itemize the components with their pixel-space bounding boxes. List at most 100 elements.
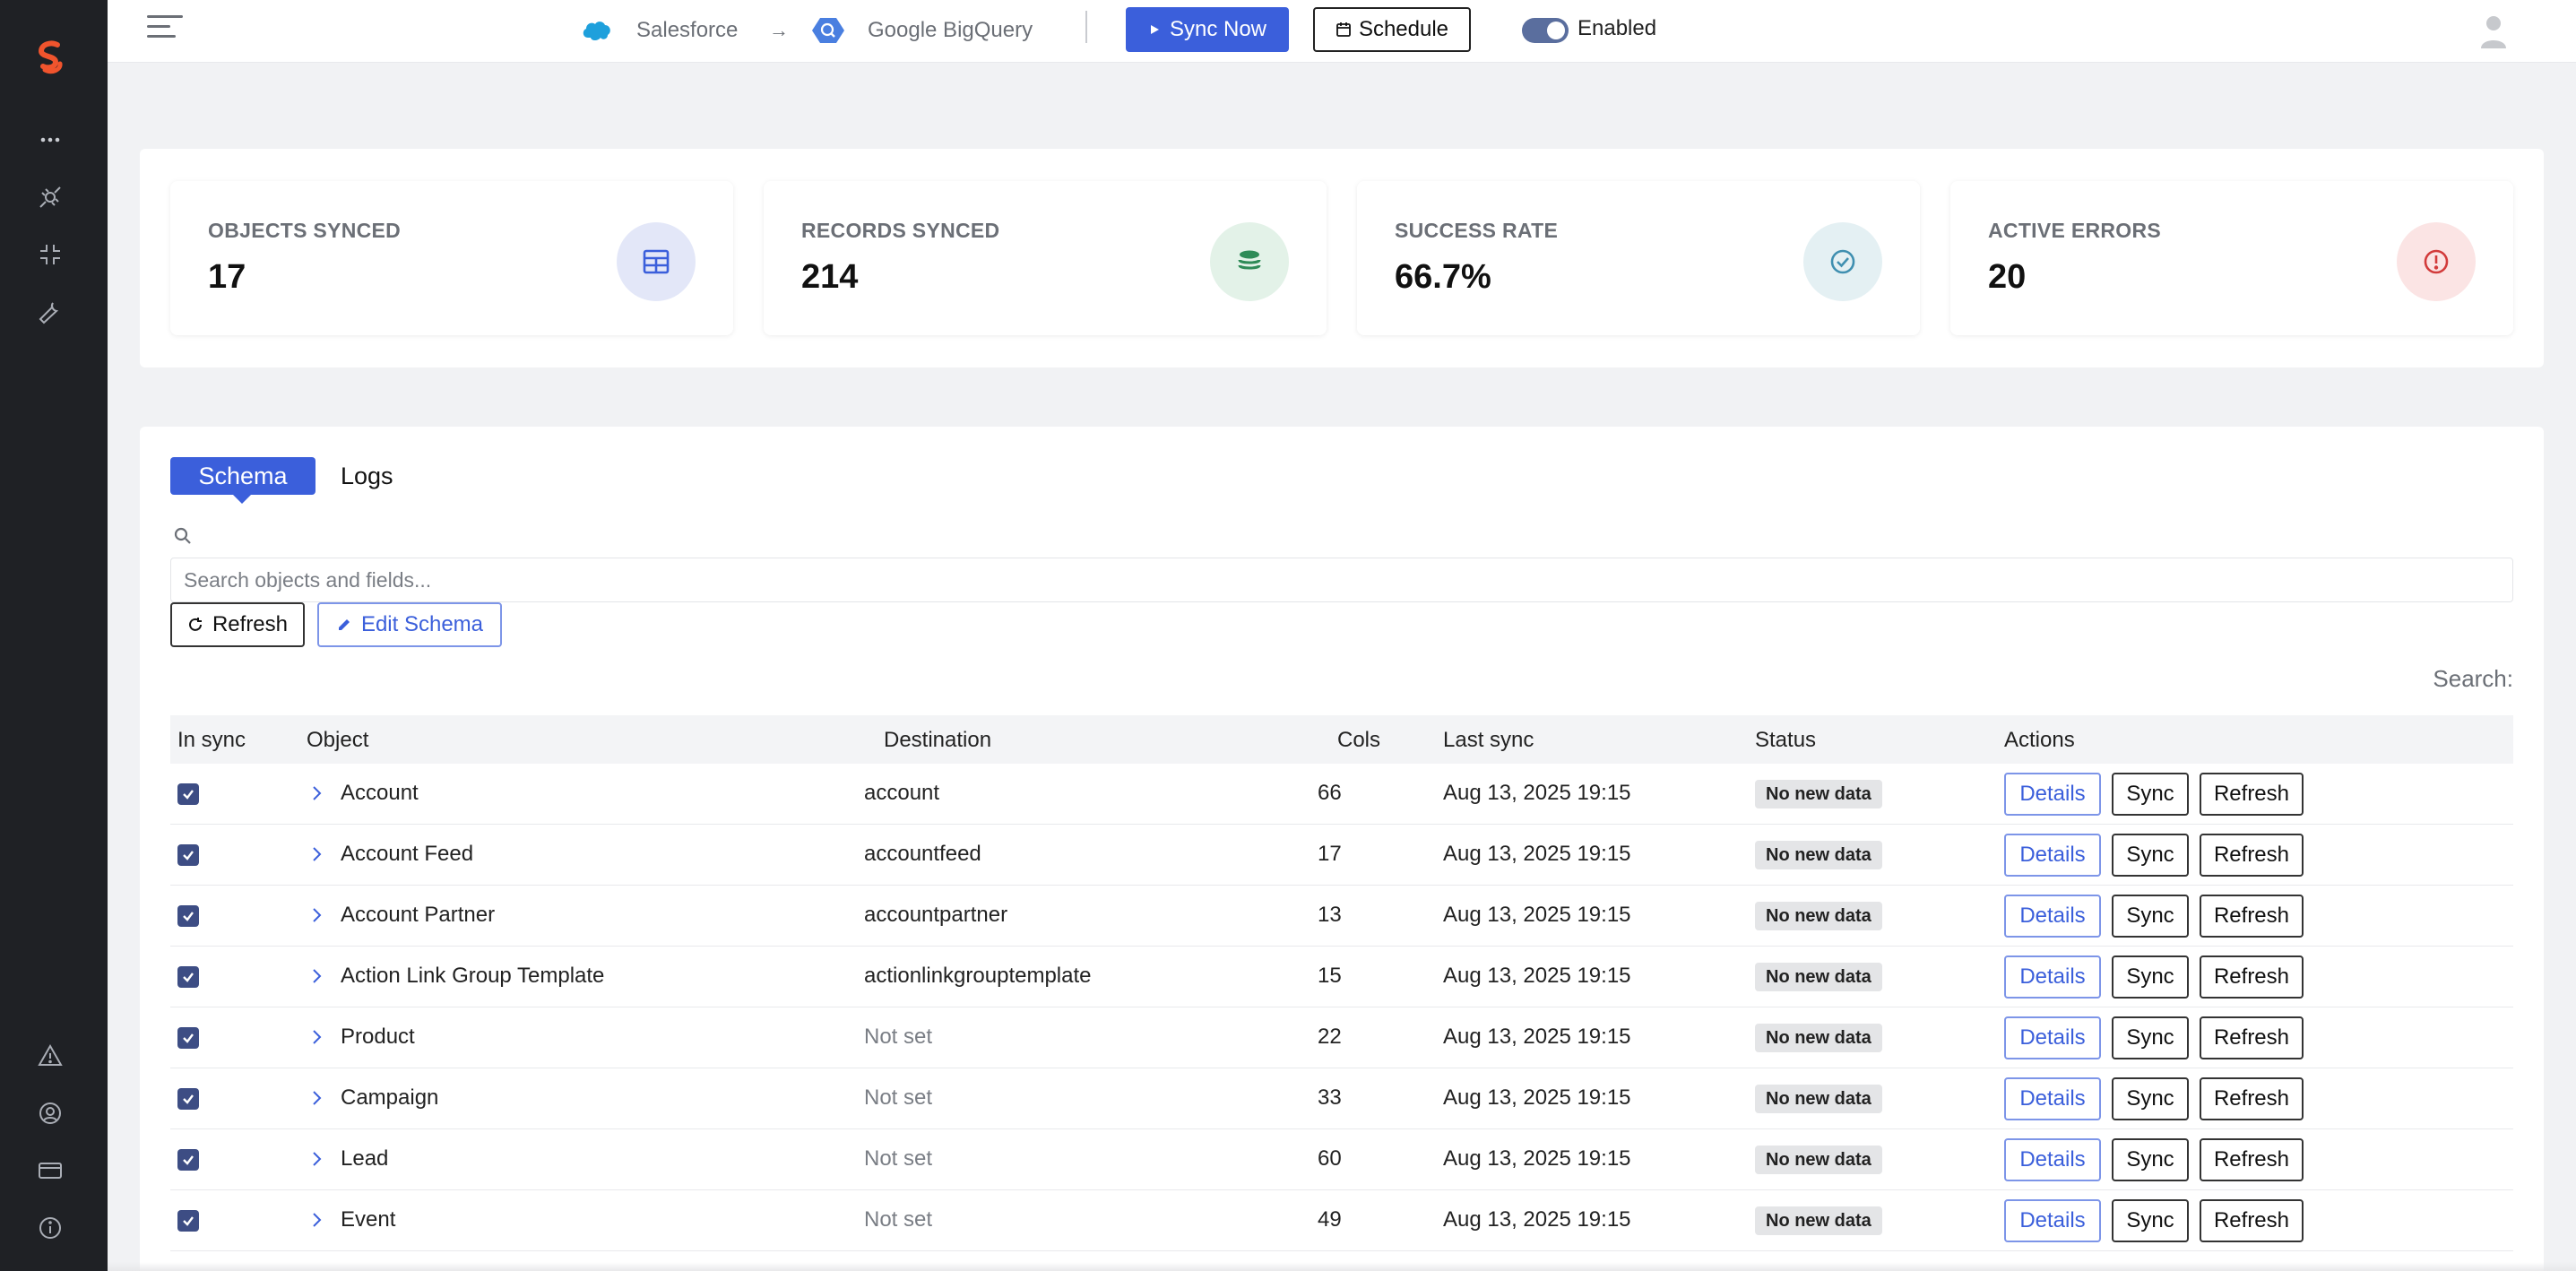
details-button[interactable]: Details bbox=[2004, 895, 2101, 938]
last-sync-time: Aug 13, 2025 19:15 bbox=[1443, 964, 1631, 988]
wrench-icon[interactable] bbox=[34, 296, 66, 328]
object-name: Account Feed bbox=[341, 842, 474, 866]
destination-name: Not set bbox=[864, 1025, 933, 1049]
stat-card-objects-synced: OBJECTS SYNCED 17 bbox=[170, 181, 733, 335]
header-in-sync[interactable]: In sync bbox=[177, 728, 246, 753]
details-button[interactable]: Details bbox=[2004, 1199, 2101, 1242]
destination-name: accountfeed bbox=[864, 842, 981, 866]
menu-icon[interactable] bbox=[147, 15, 183, 46]
row-refresh-button[interactable]: Refresh bbox=[2200, 1199, 2304, 1242]
row-refresh-button[interactable]: Refresh bbox=[2200, 1138, 2304, 1181]
sync-button[interactable]: Sync bbox=[2112, 773, 2189, 816]
in-sync-checkbox[interactable] bbox=[177, 1027, 199, 1049]
chevron-right-icon[interactable] bbox=[307, 905, 326, 925]
destination-name: actionlinkgrouptemplate bbox=[864, 964, 1092, 988]
table-header: In sync Object Destination Cols Last syn… bbox=[170, 715, 2513, 764]
chevron-right-icon[interactable] bbox=[307, 783, 326, 803]
header-destination[interactable]: Destination bbox=[884, 728, 991, 753]
collapse-icon[interactable] bbox=[34, 238, 66, 271]
destination-name: accountpartner bbox=[864, 903, 1008, 927]
row-refresh-button[interactable]: Refresh bbox=[2200, 1077, 2304, 1120]
bottom-fade bbox=[108, 1262, 2576, 1271]
chevron-right-icon[interactable] bbox=[307, 1210, 326, 1230]
sync-button[interactable]: Sync bbox=[2112, 1016, 2189, 1059]
sync-button[interactable]: Sync bbox=[2112, 1199, 2189, 1242]
credit-card-icon[interactable] bbox=[34, 1154, 66, 1187]
details-button[interactable]: Details bbox=[2004, 834, 2101, 877]
last-sync-time: Aug 13, 2025 19:15 bbox=[1443, 1207, 1631, 1232]
stacksync-logo-icon[interactable] bbox=[30, 38, 70, 77]
row-refresh-button[interactable]: Refresh bbox=[2200, 1016, 2304, 1059]
user-circle-icon[interactable] bbox=[34, 1097, 66, 1129]
chevron-right-icon[interactable] bbox=[307, 844, 326, 864]
header-status[interactable]: Status bbox=[1755, 728, 1816, 753]
object-name: Action Link Group Template bbox=[341, 964, 605, 988]
cols-count: 49 bbox=[1318, 1207, 1342, 1232]
search-icon bbox=[174, 527, 191, 544]
row-refresh-button[interactable]: Refresh bbox=[2200, 773, 2304, 816]
object-name: Event bbox=[341, 1207, 396, 1232]
in-sync-checkbox[interactable] bbox=[177, 844, 199, 866]
cols-count: 22 bbox=[1318, 1025, 1342, 1049]
details-button[interactable]: Details bbox=[2004, 1016, 2101, 1059]
details-button[interactable]: Details bbox=[2004, 773, 2101, 816]
stat-label: OBJECTS SYNCED bbox=[208, 219, 402, 242]
destination-name: Google BigQuery bbox=[868, 18, 1033, 42]
source-connector: Salesforce bbox=[581, 13, 738, 48]
enabled-label: Enabled bbox=[1578, 16, 1657, 40]
in-sync-checkbox[interactable] bbox=[177, 783, 199, 805]
in-sync-checkbox[interactable] bbox=[177, 905, 199, 927]
user-avatar-icon[interactable] bbox=[2474, 11, 2513, 50]
details-button[interactable]: Details bbox=[2004, 1138, 2101, 1181]
enabled-toggle[interactable] bbox=[1522, 18, 1569, 43]
destination-name: account bbox=[864, 781, 940, 805]
tab-logs[interactable]: Logs bbox=[341, 463, 393, 490]
edit-schema-button[interactable]: Edit Schema bbox=[317, 602, 502, 647]
details-button[interactable]: Details bbox=[2004, 1077, 2101, 1120]
refresh-icon bbox=[189, 618, 202, 631]
header-last-sync[interactable]: Last sync bbox=[1443, 728, 1534, 753]
sync-button[interactable]: Sync bbox=[2112, 1138, 2189, 1181]
tab-schema[interactable]: Schema bbox=[170, 457, 316, 495]
in-sync-checkbox[interactable] bbox=[177, 966, 199, 988]
schedule-button[interactable]: Schedule bbox=[1313, 7, 1471, 52]
more-horizontal-icon[interactable] bbox=[34, 124, 66, 156]
in-sync-checkbox[interactable] bbox=[177, 1088, 199, 1110]
chevron-right-icon[interactable] bbox=[307, 1027, 326, 1047]
plug-disconnected-icon[interactable] bbox=[34, 181, 66, 213]
arrow-right-icon: → bbox=[769, 19, 789, 41]
alert-triangle-icon[interactable] bbox=[34, 1040, 66, 1072]
in-sync-checkbox[interactable] bbox=[177, 1210, 199, 1232]
row-refresh-button[interactable]: Refresh bbox=[2200, 895, 2304, 938]
table-row: Account account 66 Aug 13, 2025 19:15 No new… bbox=[170, 764, 2513, 825]
cols-count: 60 bbox=[1318, 1146, 1342, 1171]
status-badge: No new data bbox=[1755, 1206, 1882, 1235]
refresh-button[interactable]: Refresh bbox=[170, 602, 305, 647]
alert-circle-icon bbox=[2397, 222, 2476, 301]
table-icon bbox=[617, 222, 696, 301]
header-cols[interactable]: Cols bbox=[1337, 728, 1380, 753]
details-button[interactable]: Details bbox=[2004, 955, 2101, 999]
sync-button[interactable]: Sync bbox=[2112, 955, 2189, 999]
row-refresh-button[interactable]: Refresh bbox=[2200, 834, 2304, 877]
refresh-label: Refresh bbox=[212, 612, 289, 636]
chevron-right-icon[interactable] bbox=[307, 1088, 326, 1108]
in-sync-checkbox[interactable] bbox=[177, 1149, 199, 1171]
play-icon bbox=[1150, 25, 1159, 34]
stat-label: SUCCESS RATE bbox=[1395, 219, 1559, 242]
destination-name: Not set bbox=[864, 1085, 933, 1110]
row-refresh-button[interactable]: Refresh bbox=[2200, 955, 2304, 999]
edit-schema-label: Edit Schema bbox=[360, 612, 484, 636]
sync-button[interactable]: Sync bbox=[2112, 834, 2189, 877]
database-stack-icon bbox=[1210, 222, 1289, 301]
search-input[interactable] bbox=[170, 558, 2513, 602]
sync-now-button[interactable]: Sync Now bbox=[1126, 7, 1289, 52]
info-icon[interactable] bbox=[34, 1212, 66, 1244]
sync-button[interactable]: Sync bbox=[2112, 1077, 2189, 1120]
sync-button[interactable]: Sync bbox=[2112, 895, 2189, 938]
chevron-right-icon[interactable] bbox=[307, 1149, 326, 1169]
chevron-right-icon[interactable] bbox=[307, 966, 326, 986]
cols-count: 15 bbox=[1318, 964, 1342, 988]
header-object[interactable]: Object bbox=[307, 728, 368, 753]
schedule-label: Schedule bbox=[1358, 17, 1449, 41]
